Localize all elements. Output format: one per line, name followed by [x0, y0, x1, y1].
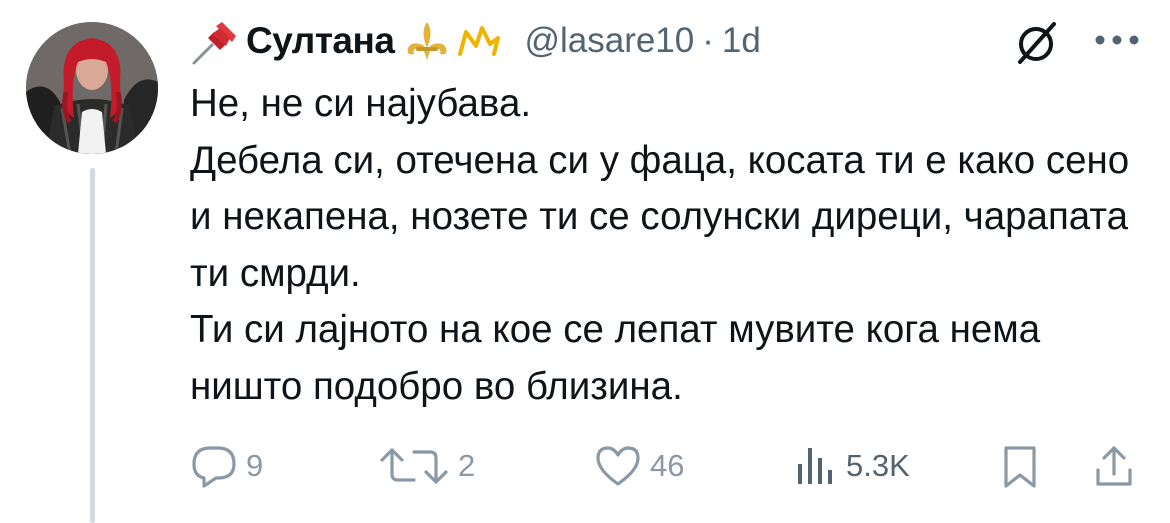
reply-icon: [192, 446, 236, 488]
tweet-text: Не, не си најубава. Дебела си, отечена с…: [190, 76, 1150, 415]
reply-count: 9: [246, 448, 264, 483]
action-bar: 9 2 46 5.3K: [0, 436, 1170, 496]
timestamp[interactable]: 1d: [722, 21, 761, 61]
handle[interactable]: @lasare10: [524, 21, 694, 61]
more-options-icon[interactable]: [1090, 20, 1144, 60]
tweet-line-3: Ти си лајното на кое се лепат мувите ког…: [190, 308, 1041, 408]
tweet-line-1: Не, не си најубава.: [190, 82, 532, 125]
heart-icon: [596, 446, 640, 486]
bookmark-icon: [1004, 446, 1036, 488]
bookmark-button[interactable]: [1000, 444, 1040, 490]
share-icon: [1096, 446, 1132, 486]
tweet-line-2: Дебела си, отечена си у фаца, косата ти …: [190, 138, 1130, 295]
like-button[interactable]: 46: [594, 444, 684, 488]
views-count: 5.3K: [846, 448, 910, 483]
pushpin-icon: [192, 22, 236, 65]
reply-button[interactable]: 9: [190, 444, 263, 488]
views-button[interactable]: 5.3K: [794, 444, 910, 488]
retweet-count: 2: [458, 448, 476, 483]
display-name[interactable]: Султана: [246, 20, 395, 62]
grok-icon[interactable]: [1012, 18, 1060, 66]
separator-dot: ·: [702, 21, 714, 60]
crown-icon: [458, 26, 501, 56]
avatar-image: [26, 22, 158, 154]
retweet-button[interactable]: 2: [378, 446, 475, 486]
views-icon: [798, 448, 832, 484]
share-button[interactable]: [1092, 442, 1136, 490]
retweet-icon: [380, 448, 448, 484]
tweet-header: Султана @lasare10 · 1d: [190, 14, 761, 68]
like-count: 46: [650, 448, 685, 483]
fleur-de-lis-icon: [408, 22, 447, 60]
avatar[interactable]: [26, 22, 158, 154]
